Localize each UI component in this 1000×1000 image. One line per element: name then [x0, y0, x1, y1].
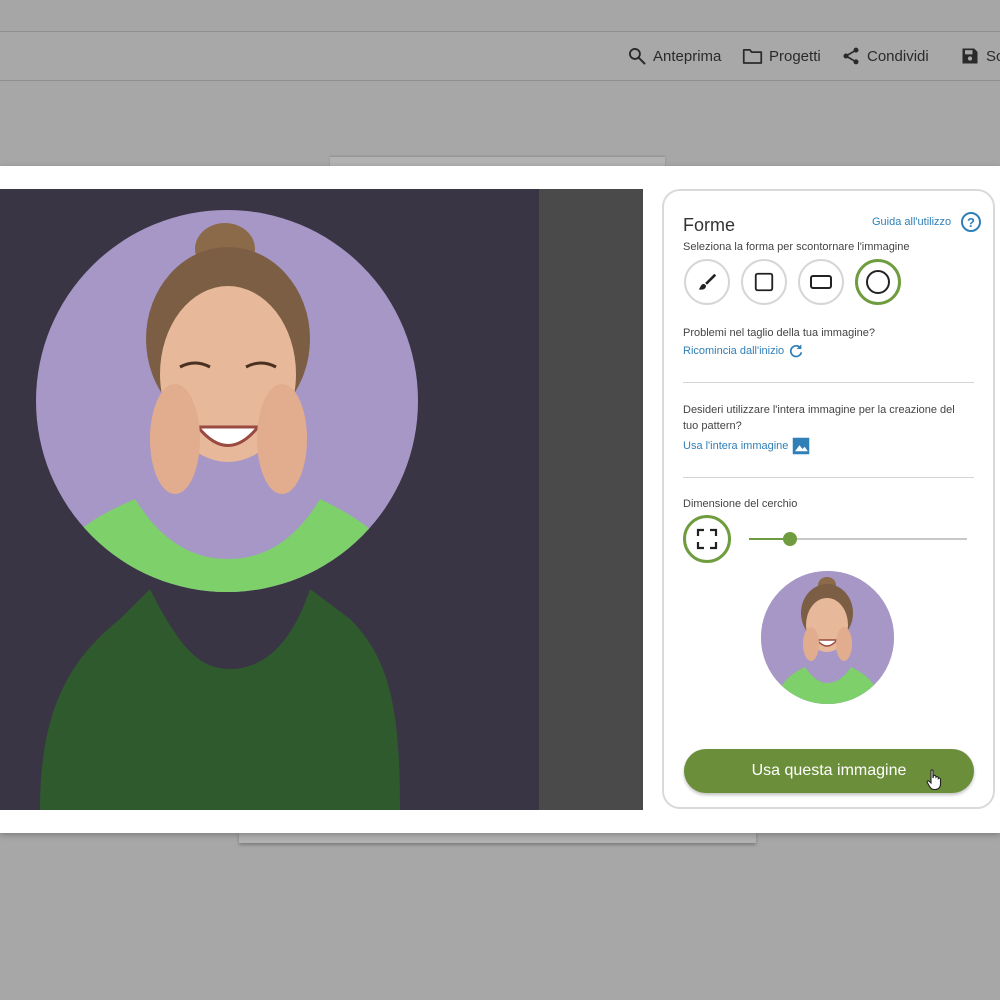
shape-circle-button[interactable]	[855, 259, 901, 305]
problem-text: Problemi nel taglio della tua immagine?	[683, 327, 875, 339]
crop-dialog: Forme Guida all'utilizzo ? Seleziona la …	[0, 166, 1000, 833]
search-icon	[629, 48, 646, 65]
help-icon[interactable]: ?	[961, 212, 981, 232]
projects-label: Progetti	[769, 47, 821, 65]
preview-button[interactable]: Anteprima	[627, 32, 721, 80]
whole-image-question: Desideri utilizzare l'intera immagine pe…	[683, 404, 955, 432]
fullsize-button[interactable]	[683, 515, 731, 563]
save-label: Sc	[986, 47, 1000, 65]
restart-link[interactable]: Ricomincia dall'inizio	[683, 343, 804, 359]
crop-preview	[761, 571, 894, 704]
brush-icon	[698, 273, 717, 290]
preview-label: Anteprima	[653, 47, 722, 65]
divider	[683, 382, 974, 383]
shape-prompt: Seleziona la forma per scontornare l'imm…	[683, 241, 910, 253]
shape-rectangle-button[interactable]	[798, 259, 844, 305]
toolbar: Anteprima Progetti Condividi Sc	[0, 31, 1000, 81]
top-band	[0, 0, 1000, 31]
image-icon	[793, 437, 810, 455]
background-sheet-shadow	[239, 832, 756, 843]
restart-link-label: Ricomincia dall'inizio	[683, 345, 785, 357]
preview-image	[761, 571, 894, 704]
circle-size-slider[interactable]	[749, 532, 967, 546]
shape-panel: Forme Guida all'utilizzo ? Seleziona la …	[662, 189, 995, 809]
square-icon	[754, 272, 774, 292]
fullscreen-icon	[696, 528, 718, 550]
photo-image	[0, 189, 540, 810]
hand-cursor-icon	[926, 769, 942, 791]
whole-image-link[interactable]: Usa l'intera immagine	[683, 437, 810, 455]
divider	[683, 477, 974, 478]
rectangle-icon	[810, 275, 832, 289]
circle-icon	[866, 270, 890, 294]
photo-area[interactable]	[0, 189, 540, 810]
save-icon	[962, 48, 978, 64]
save-button[interactable]: Sc	[960, 32, 1000, 80]
crop-canvas[interactable]	[0, 189, 643, 810]
folder-icon	[742, 49, 763, 64]
help-link[interactable]: Guida all'utilizzo	[872, 216, 951, 228]
shape-brush-button[interactable]	[684, 259, 730, 305]
shape-square-button[interactable]	[741, 259, 787, 305]
share-button[interactable]: Condividi	[841, 32, 929, 80]
slider-thumb[interactable]	[783, 532, 798, 546]
share-label: Condividi	[867, 47, 929, 65]
projects-button[interactable]: Progetti	[742, 32, 821, 80]
refresh-icon	[790, 344, 803, 358]
whole-image-link-label: Usa l'intera immagine	[683, 440, 789, 452]
circle-size-label: Dimensione del cerchio	[683, 498, 798, 510]
panel-title: Forme	[683, 215, 736, 235]
share-icon	[843, 47, 859, 65]
